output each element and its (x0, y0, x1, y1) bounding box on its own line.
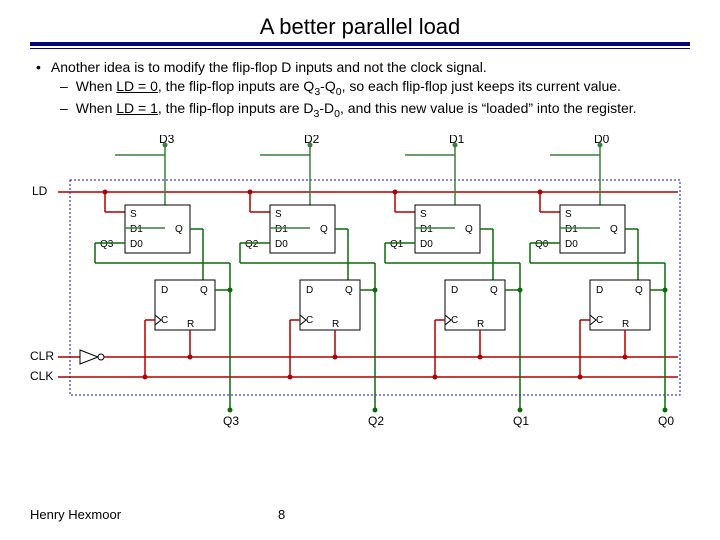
inverter-icon (58, 350, 678, 364)
junction-dot (478, 354, 483, 359)
bullet-main-text: Another idea is to modify the flip-flop … (51, 59, 487, 76)
junction-dot (103, 189, 108, 194)
pin-label: Q (200, 285, 208, 296)
footer-author: Henry Hexmoor (30, 507, 121, 522)
pin-label: R (622, 319, 629, 330)
label-clk: CLK (30, 369, 53, 383)
state-label: Q3 (100, 239, 114, 250)
junction-dot (663, 287, 668, 292)
pin-label: D1 (130, 224, 143, 235)
pin-label: D0 (130, 239, 143, 250)
bit-cell: D1SD1D0QQ1DQCRQ1 (385, 135, 529, 428)
text-frag: -Q (320, 78, 336, 94)
junction-dot (373, 407, 378, 412)
text-frag: , and this new value is “loaded” into th… (340, 100, 637, 116)
pin-label: D1 (420, 224, 433, 235)
pin-label: D1 (565, 224, 578, 235)
state-label: Q2 (245, 239, 259, 250)
text-frag: , the flip-flop inputs are Q (158, 78, 314, 94)
footer-page: 8 (278, 507, 285, 522)
pin-label: S (130, 209, 137, 220)
text-underline: LD = 0 (116, 78, 158, 94)
pin-label: Q (345, 285, 353, 296)
body-text: • Another idea is to modify the flip-flo… (30, 59, 690, 121)
bullet-dash: – (60, 78, 68, 98)
pin-label: C (451, 315, 458, 326)
junction-dot (163, 142, 168, 147)
pin-label: Q (175, 224, 183, 235)
text-underline: LD = 1 (116, 100, 158, 116)
pin-label: C (161, 315, 168, 326)
divider-thin (30, 48, 690, 49)
junction-dot (433, 374, 438, 379)
junction-dot (188, 354, 193, 359)
output-label: Q2 (368, 414, 384, 428)
bullet-sub-2: – When LD = 1, the flip-flop inputs are … (60, 100, 690, 120)
junction-dot (143, 374, 148, 379)
junction-dot (228, 287, 233, 292)
state-label: Q0 (535, 239, 549, 250)
label-clr: CLR (30, 349, 54, 363)
bullet-main: • Another idea is to modify the flip-flo… (36, 59, 690, 76)
bit-cell: D2SD1D0QQ2DQCRQ2 (240, 135, 384, 428)
pin-label: R (187, 319, 194, 330)
bullet-sub-1: – When LD = 0, the flip-flop inputs are … (60, 78, 690, 98)
junction-dot (288, 374, 293, 379)
pin-label: D1 (275, 224, 288, 235)
pin-label: S (565, 209, 572, 220)
junction-dot (308, 142, 313, 147)
pin-label: Q (320, 224, 328, 235)
pin-label: Q (490, 285, 498, 296)
junction-dot (248, 189, 253, 194)
text-frag: , so each flip-flop just keeps its curre… (342, 78, 621, 94)
label-ld: LD (32, 184, 48, 198)
junction-dot (538, 189, 543, 194)
pin-label: D0 (275, 239, 288, 250)
pin-label: R (332, 319, 339, 330)
pin-label: Q (610, 224, 618, 235)
output-label: Q1 (513, 414, 529, 428)
junction-dot (578, 374, 583, 379)
junction-dot (598, 142, 603, 147)
junction-dot (518, 407, 523, 412)
pin-label: D (161, 285, 168, 296)
bullet-dash: – (60, 100, 68, 120)
junction-dot (333, 354, 338, 359)
text-frag: , the flip-flop inputs are D (158, 100, 314, 116)
junction-dot (663, 407, 668, 412)
footer: Henry Hexmoor 8 (30, 507, 690, 522)
pin-label: R (477, 319, 484, 330)
pin-label: Q (635, 285, 643, 296)
junction-dot (393, 189, 398, 194)
divider-thick (30, 42, 690, 46)
pin-label: S (420, 209, 427, 220)
pin-label: D (451, 285, 458, 296)
output-label: Q3 (223, 414, 239, 428)
text-frag: When (76, 78, 116, 94)
pin-label: Q (465, 224, 473, 235)
pin-label: S (275, 209, 282, 220)
text-frag: When (76, 100, 116, 116)
pin-label: D (306, 285, 313, 296)
pin-label: C (596, 315, 603, 326)
state-label: Q1 (390, 239, 404, 250)
pin-label: D (596, 285, 603, 296)
junction-dot (228, 407, 233, 412)
pin-label: D0 (420, 239, 433, 250)
circuit-diagram: LD CLR CLK D3SD1D0QQ3DQCRQ3D2SD1D0QQ2DQC… (30, 135, 690, 438)
bit-cell: D0SD1D0QQ0DQCRQ0 (530, 135, 674, 428)
bullet-dot: • (36, 59, 41, 76)
junction-dot (623, 354, 628, 359)
junction-dot (518, 287, 523, 292)
pin-label: C (306, 315, 313, 326)
text-frag: -D (319, 100, 334, 116)
bit-cell: D3SD1D0QQ3DQCRQ3 (95, 135, 239, 428)
junction-dot (373, 287, 378, 292)
pin-label: D0 (565, 239, 578, 250)
junction-dot (453, 142, 458, 147)
output-label: Q0 (658, 414, 674, 428)
page-title: A better parallel load (30, 14, 690, 40)
